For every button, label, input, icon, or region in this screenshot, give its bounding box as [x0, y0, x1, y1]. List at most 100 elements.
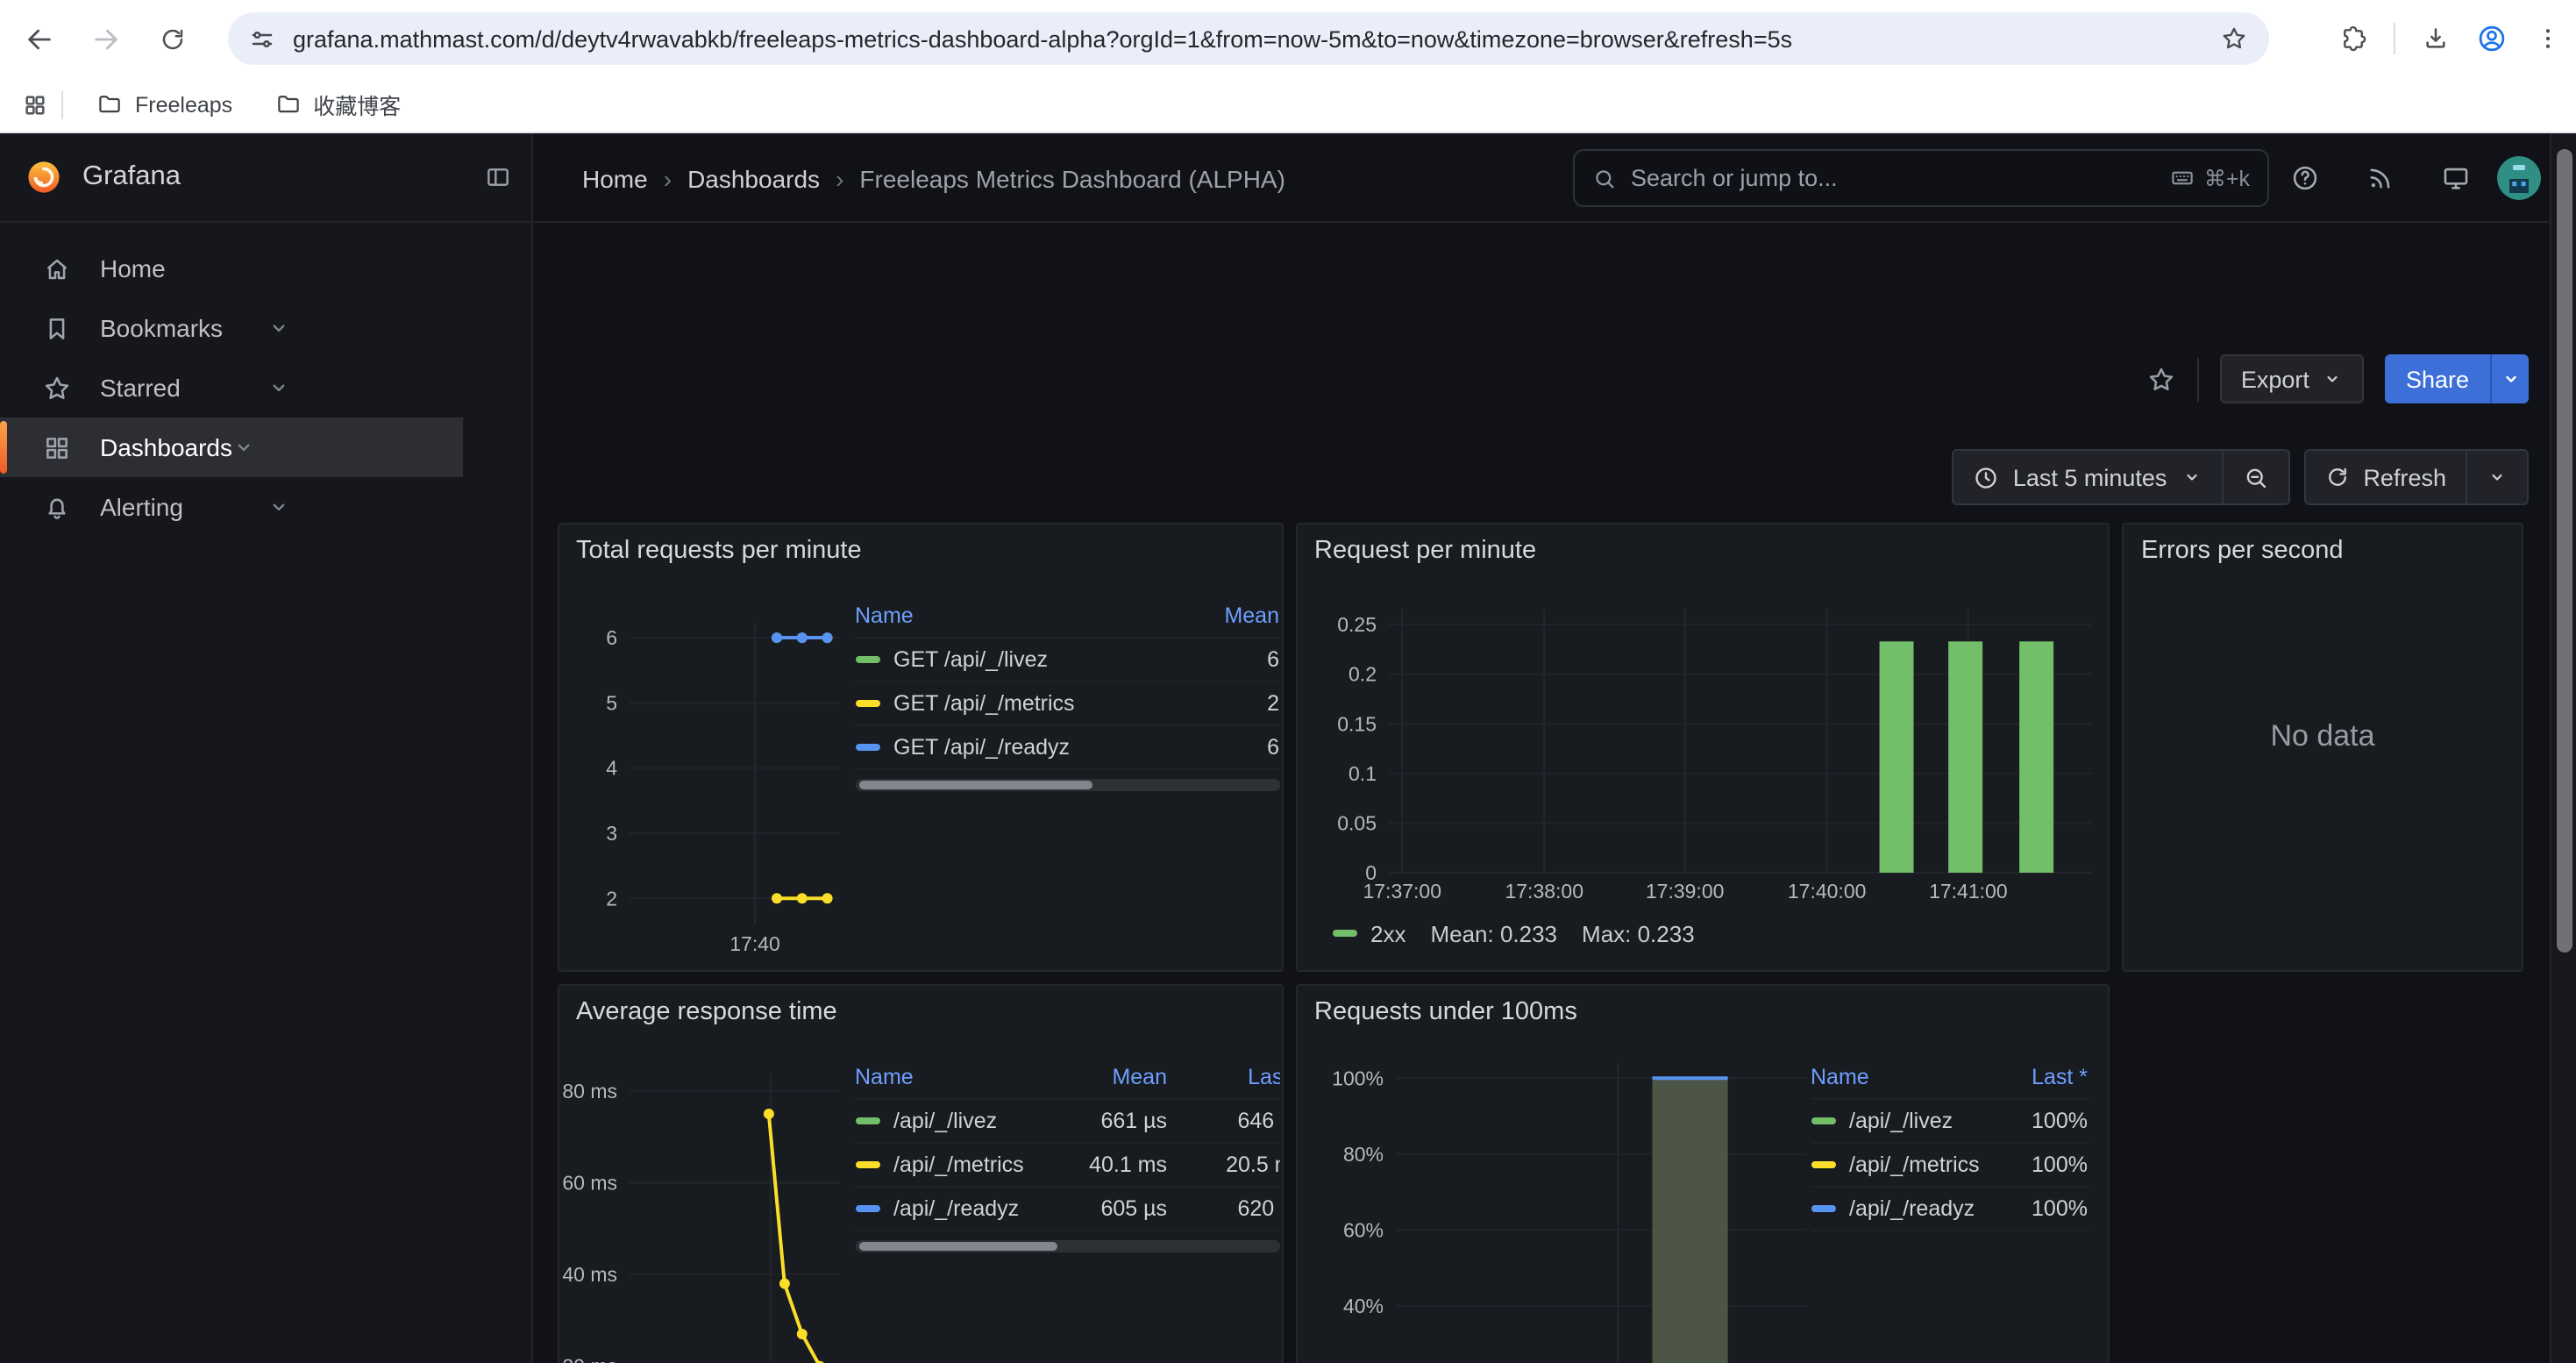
browser-menu-icon[interactable]	[2534, 25, 2562, 53]
legend-row[interactable]: GET /api/_/readyz 6	[855, 725, 1279, 769]
grafana-logo-icon[interactable]	[25, 158, 63, 196]
user-avatar[interactable]	[2497, 156, 2541, 200]
legend-row[interactable]: /api/_/livez100%	[1811, 1100, 2088, 1144]
legend-row[interactable]: /api/_/readyz 100%	[1811, 1188, 2088, 1231]
series-name[interactable]: GET /api/_/metrics	[893, 690, 1075, 715]
site-settings-icon[interactable]	[249, 25, 275, 52]
grafana-app: Grafana HomeBookmarksStarredDashboardsAl…	[0, 133, 2576, 1363]
series-name[interactable]: /api/_/readyz	[893, 1196, 1019, 1221]
monitor-icon[interactable]	[2441, 163, 2471, 193]
legend-row[interactable]: GET /api/_/metrics 2	[855, 682, 1279, 725]
legend-header-cell[interactable]: Name	[855, 1065, 1062, 1089]
chevron-down-icon[interactable]	[42, 316, 516, 340]
bookmark-star-icon[interactable]	[2220, 25, 2248, 53]
svg-text:60 ms: 60 ms	[561, 1171, 616, 1194]
breadcrumb-separator: ›	[836, 164, 843, 192]
legend-max: Max: 0.233	[1582, 920, 1695, 946]
svg-text:17:40: 17:40	[729, 931, 779, 954]
bookmark-folder-1[interactable]: 收藏博客	[259, 81, 416, 128]
legend-series[interactable]: 2xx	[1332, 920, 1405, 946]
chevron-down-icon[interactable]	[42, 435, 445, 460]
legend-header: NameMeanLast *	[855, 1056, 1279, 1100]
legend-header-cell[interactable]: Last *	[2010, 1065, 2088, 1089]
rss-icon[interactable]	[2366, 163, 2395, 193]
refresh-icon	[2324, 465, 2349, 489]
legend-value: 6	[1181, 734, 1279, 759]
share-menu-caret[interactable]	[2490, 354, 2529, 403]
zoom-out-button[interactable]	[2223, 451, 2288, 503]
search-input[interactable]: Search or jump to... ⌘+k	[1573, 149, 2269, 207]
breadcrumb-item-0[interactable]: Home	[582, 164, 648, 192]
breadcrumb-item-1[interactable]: Dashboards	[687, 164, 820, 192]
series-name[interactable]: /api/_/metrics	[1849, 1152, 1980, 1177]
panel-title[interactable]: Errors per second	[2141, 536, 2344, 564]
series-name[interactable]: /api/_/metrics	[893, 1152, 1024, 1177]
series-name[interactable]: /api/_/livez	[1849, 1109, 1953, 1133]
search-icon	[1592, 166, 1617, 190]
sidebar-item-bookmarks[interactable]: Bookmarks	[0, 298, 533, 358]
toolbar-right	[2339, 0, 2562, 77]
svg-text:0.25: 0.25	[1336, 612, 1376, 635]
legend-value: 100%	[2010, 1196, 2088, 1221]
series-color-marker	[1332, 930, 1356, 937]
svg-text:4: 4	[605, 756, 616, 779]
sidebar-item-home[interactable]: Home	[0, 239, 533, 298]
favorite-star-icon[interactable]	[2146, 364, 2176, 394]
legend-value: 2	[1181, 690, 1279, 715]
share-button[interactable]: Share	[2385, 354, 2490, 403]
legend-header-cell[interactable]: Name	[1811, 1065, 2010, 1089]
profile-icon[interactable]	[2476, 23, 2508, 54]
legend-row[interactable]: /api/_/livez661 µs646 µs	[855, 1100, 1279, 1144]
bookmark-folder-0[interactable]: Freeleaps	[81, 84, 248, 125]
legend-scrollbar-thumb[interactable]	[858, 780, 1092, 789]
dashboard-actions: Export Share	[2146, 354, 2529, 403]
home-icon	[42, 253, 72, 283]
legend-header-cell[interactable]: Name	[855, 603, 1181, 627]
reload-icon[interactable]	[151, 18, 193, 60]
sidebar-item-dashboards[interactable]: Dashboards	[0, 417, 463, 477]
legend-scrollbar[interactable]	[855, 1240, 1279, 1252]
panel-errors-per-second: Errors per second No data	[2122, 522, 2523, 971]
refresh-interval-caret[interactable]	[2467, 451, 2527, 503]
export-button[interactable]: Export	[2220, 354, 2364, 403]
series-name[interactable]: /api/_/livez	[893, 1109, 997, 1133]
legend-row[interactable]: /api/_/metrics100%	[1811, 1144, 2088, 1188]
chevron-down-icon[interactable]	[42, 375, 516, 400]
sidebar-item-alerting[interactable]: Alerting	[0, 477, 533, 537]
refresh-button[interactable]: Refresh	[2305, 451, 2466, 503]
series-name[interactable]: /api/_/readyz	[1849, 1196, 1975, 1221]
svg-text:0.1: 0.1	[1348, 761, 1376, 784]
series-name[interactable]: GET /api/_/readyz	[893, 734, 1070, 759]
legend-header-cell[interactable]: Mean	[1181, 603, 1279, 627]
legend-row[interactable]: /api/_/readyz605 µs620 µs	[855, 1188, 1279, 1231]
back-icon[interactable]	[18, 18, 60, 60]
legend-row[interactable]: GET /api/_/livez6	[855, 638, 1279, 682]
svg-text:0.05: 0.05	[1336, 810, 1376, 833]
url-text[interactable]: grafana.mathmast.com/d/deytv4rwavabkb/fr…	[293, 25, 2220, 52]
svg-text:100%: 100%	[1331, 1067, 1383, 1089]
legend-scrollbar[interactable]	[855, 778, 1279, 790]
help-icon[interactable]	[2290, 163, 2320, 193]
grafana-sidebar: Grafana HomeBookmarksStarredDashboardsAl…	[0, 133, 533, 1363]
legend-scrollbar-thumb[interactable]	[858, 1242, 1057, 1251]
legend-row[interactable]: /api/_/metrics40.1 ms20.5 ms	[855, 1144, 1279, 1188]
scrollbar-thumb[interactable]	[2557, 149, 2572, 953]
chevron-down-icon[interactable]	[42, 495, 516, 519]
address-bar[interactable]: grafana.mathmast.com/d/deytv4rwavabkb/fr…	[228, 12, 2269, 65]
downloads-icon[interactable]	[2422, 25, 2450, 53]
apps-grid-icon[interactable]	[23, 92, 47, 117]
time-range-picker[interactable]: Last 5 minutes	[1953, 451, 2222, 503]
series-name[interactable]: GET /api/_/livez	[893, 646, 1048, 671]
page-scrollbar[interactable]	[2550, 133, 2576, 1363]
legend-value: 646 µs	[1167, 1109, 1279, 1133]
sidebar-item-starred[interactable]: Starred	[0, 358, 533, 417]
sidebar-collapse-icon[interactable]	[484, 163, 512, 191]
forward-icon[interactable]	[84, 18, 126, 60]
legend-value: 20.5 ms	[1167, 1152, 1279, 1177]
legend-header-cell[interactable]: Last *	[1167, 1065, 1279, 1089]
extensions-icon[interactable]	[2339, 25, 2367, 53]
legend-table: NameLast */api/_/livez100%/api/_/metrics…	[1811, 1056, 2088, 1231]
legend-header-cell[interactable]: Mean	[1062, 1065, 1167, 1089]
brand-label: Grafana	[82, 161, 181, 193]
request-per-minute-chart[interactable]: 00.050.10.150.20.2517:37:0017:38:0017:39…	[1297, 524, 2107, 969]
